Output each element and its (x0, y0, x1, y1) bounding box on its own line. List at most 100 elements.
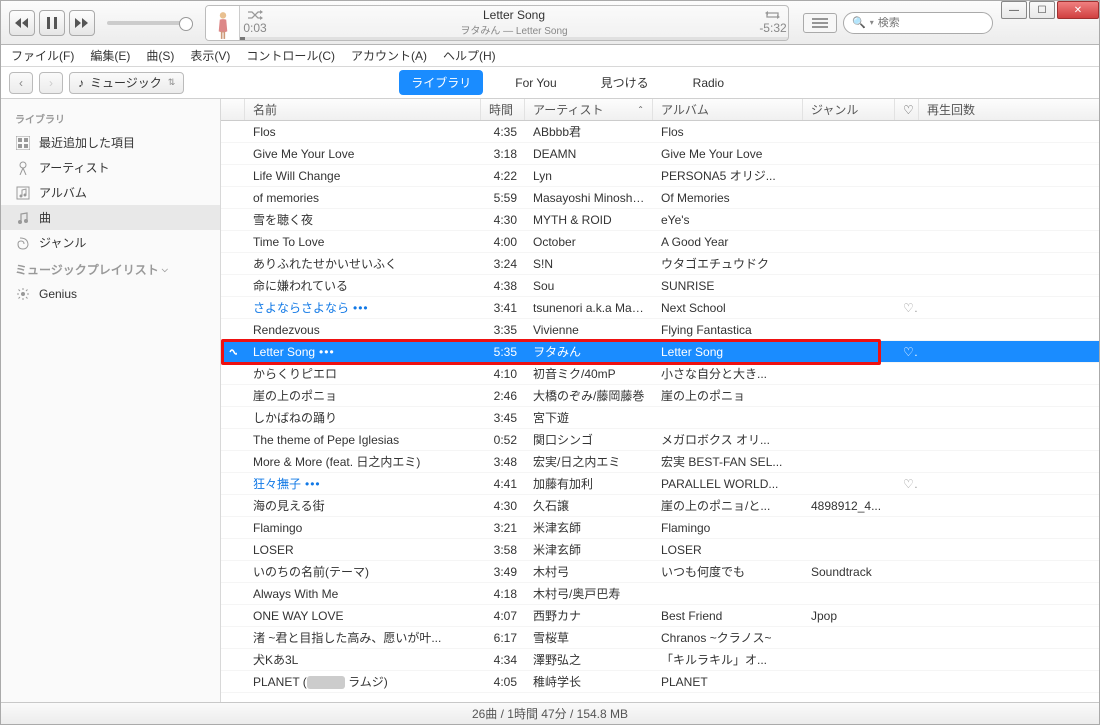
menu-help[interactable]: ヘルプ(H) (443, 47, 496, 64)
mic-icon (15, 160, 31, 176)
volume-slider[interactable] (107, 21, 187, 25)
sidebar-item-mic[interactable]: アーティスト (1, 155, 220, 180)
menu-edit[interactable]: 編集(E) (90, 47, 130, 64)
tab-foryou[interactable]: For You (503, 72, 568, 94)
table-row[interactable]: さよならさよなら•••3:41tsunenori a.k.a Mar...Nex… (221, 297, 1099, 319)
table-row[interactable]: Rendezvous3:35VivienneFlying Fantastica (221, 319, 1099, 341)
table-row[interactable]: PLANET ( ラムジ)4:05稚峙学长PLANET (221, 671, 1099, 693)
tab-library[interactable]: ライブラリ (399, 70, 483, 95)
tab-radio[interactable]: Radio (681, 72, 736, 94)
cell-time: 3:24 (481, 257, 525, 271)
col-plays[interactable]: 再生回数 (919, 99, 1099, 120)
table-row[interactable]: 命に嫌われている4:38SouSUNRISE (221, 275, 1099, 297)
cell-artist: 大橋のぞみ/藤岡藤巻 (525, 387, 653, 404)
status-bar: 26曲 / 1時間 47分 / 154.8 MB (1, 702, 1099, 724)
sidebar-header-library: ライブラリ (1, 105, 220, 130)
cell-artist: 宮下遊 (525, 409, 653, 426)
table-row[interactable]: 狂々撫子•••4:41加藤有加利PARALLEL WORLD...♡ (221, 473, 1099, 495)
cell-heart[interactable]: ♡ (895, 345, 919, 359)
cell-album: いつも何度でも (653, 563, 803, 580)
cell-time: 3:35 (481, 323, 525, 337)
col-album[interactable]: アルバム (653, 99, 803, 120)
maximize-button[interactable]: ☐ (1029, 1, 1055, 19)
close-button[interactable]: ✕ (1057, 1, 1099, 19)
cell-time: 4:41 (481, 477, 525, 491)
cell-album: Best Friend (653, 609, 803, 623)
table-row[interactable]: ありふれたせかいせいふく3:24S!Nウタゴエチュウドク (221, 253, 1099, 275)
menu-controls[interactable]: コントロール(C) (246, 47, 335, 64)
cell-time: 4:22 (481, 169, 525, 183)
sidebar-item-recent[interactable]: 最近追加した項目 (1, 130, 220, 155)
cell-artist: ABbbb君 (525, 123, 653, 140)
sidebar-header-playlists: ミュージックプレイリスト⌵ (1, 255, 220, 282)
table-row[interactable]: Give Me Your Love3:18DEAMNGive Me Your L… (221, 143, 1099, 165)
col-icon[interactable] (221, 99, 245, 120)
now-playing-text: Letter Song ヲタみん — Letter Song (270, 8, 758, 37)
menu-view[interactable]: 表示(V) (190, 47, 230, 64)
chevron-down-icon: ⌵ (162, 265, 168, 275)
table-row[interactable]: からくりピエロ4:10初音ミク/40mP小さな自分と大き... (221, 363, 1099, 385)
table-row[interactable]: More & More (feat. 日之内エミ)3:48宏実/日之内エミ宏実 … (221, 451, 1099, 473)
cell-name: ありふれたせかいせいふく (245, 255, 481, 272)
cell-name: Always With Me (245, 587, 481, 601)
sidebar-item-genre[interactable]: ジャンル (1, 230, 220, 255)
menu-file[interactable]: ファイル(F) (11, 47, 74, 64)
menu-account[interactable]: アカウント(A) (351, 47, 427, 64)
cell-name: More & More (feat. 日之内エミ) (245, 453, 481, 470)
cell-album: LOSER (653, 543, 803, 557)
cell-artist: MYTH & ROID (525, 213, 653, 227)
table-row[interactable]: 犬Kあ3L4:34澤野弘之「キルラキル」オ... (221, 649, 1099, 671)
table-row[interactable]: 海の見える街4:30久石譲崖の上のポニョ/と...4898912_4... (221, 495, 1099, 517)
cell-album: 「キルラキル」オ... (653, 651, 803, 668)
sidebar-item-note[interactable]: 曲 (1, 205, 220, 230)
table-row[interactable]: ONE WAY LOVE4:07西野カナBest FriendJpop (221, 605, 1099, 627)
cell-album: Flying Fantastica (653, 323, 803, 337)
note-icon (15, 210, 31, 226)
progress-bar[interactable] (240, 37, 788, 40)
table-row[interactable]: Life Will Change4:22LynPERSONA5 オリジ... (221, 165, 1099, 187)
table-row[interactable]: Always With Me4:18木村弓/奥戸巴寿 (221, 583, 1099, 605)
col-name[interactable]: 名前 (245, 99, 481, 120)
cell-artist: 木村弓 (525, 563, 653, 580)
cell-artist: 久石譲 (525, 497, 653, 514)
tab-discover[interactable]: 見つける (589, 70, 661, 95)
nav-back-button[interactable]: ‹ (9, 72, 33, 94)
table-row[interactable]: of memories5:59Masayoshi Minoshi...Of Me… (221, 187, 1099, 209)
search-field[interactable]: 🔍▾ (843, 12, 993, 34)
cell-album: 崖の上のポニョ/と... (653, 497, 803, 514)
table-row[interactable]: LOSER3:58米津玄師LOSER (221, 539, 1099, 561)
prev-button[interactable] (9, 10, 35, 36)
col-heart[interactable]: ♡ (895, 99, 919, 120)
table-row[interactable]: 雪を聴く夜4:30MYTH & ROIDeYe's (221, 209, 1099, 231)
cell-heart[interactable]: ♡ (895, 477, 919, 491)
cell-heart[interactable]: ♡ (895, 301, 919, 315)
table-row[interactable]: Flos4:35ABbbb君Flos (221, 121, 1099, 143)
col-time[interactable]: 時間 (481, 99, 525, 120)
table-row[interactable]: 崖の上のポニョ2:46大橋のぞみ/藤岡藤巻崖の上のポニョ (221, 385, 1099, 407)
cell-album: Flamingo (653, 521, 803, 535)
cell-time: 3:49 (481, 565, 525, 579)
table-row[interactable]: The theme of Pepe Iglesias0:52関口シンゴメガロボク… (221, 429, 1099, 451)
minimize-button[interactable]: — (1001, 1, 1027, 19)
menu-song[interactable]: 曲(S) (146, 47, 174, 64)
sidebar-item-genius[interactable]: Genius (1, 282, 220, 306)
table-row[interactable]: Letter Song•••5:35ヲタみんLetter Song♡ (221, 341, 1099, 363)
view-list-button[interactable] (803, 13, 837, 33)
table-row[interactable]: しかばねの踊り3:45宮下遊 (221, 407, 1099, 429)
shuffle-icon[interactable]: 0:03 (240, 10, 270, 35)
cell-album: Of Memories (653, 191, 803, 205)
pause-button[interactable] (39, 10, 65, 36)
next-button[interactable] (69, 10, 95, 36)
table-row[interactable]: Flamingo3:21米津玄師Flamingo (221, 517, 1099, 539)
col-artist[interactable]: アーティスト⌃ (525, 99, 653, 120)
table-row[interactable]: いのちの名前(テーマ)3:49木村弓いつも何度でもSoundtrack (221, 561, 1099, 583)
table-row[interactable]: Time To Love4:00OctoberA Good Year (221, 231, 1099, 253)
media-picker[interactable]: ♪ ミュージック ⇅ (69, 72, 184, 94)
repeat-icon[interactable]: -5:32 (758, 10, 788, 35)
col-genre[interactable]: ジャンル (803, 99, 895, 120)
table-row[interactable]: 渚 ~君と目指した高み、愿いが叶...6:17雪桜草Chranos ~クラノス~ (221, 627, 1099, 649)
search-input[interactable] (878, 17, 984, 29)
nav-forward-button[interactable]: › (39, 72, 63, 94)
sidebar-item-album[interactable]: アルバム (1, 180, 220, 205)
cell-album: 宏実 BEST-FAN SEL... (653, 453, 803, 470)
